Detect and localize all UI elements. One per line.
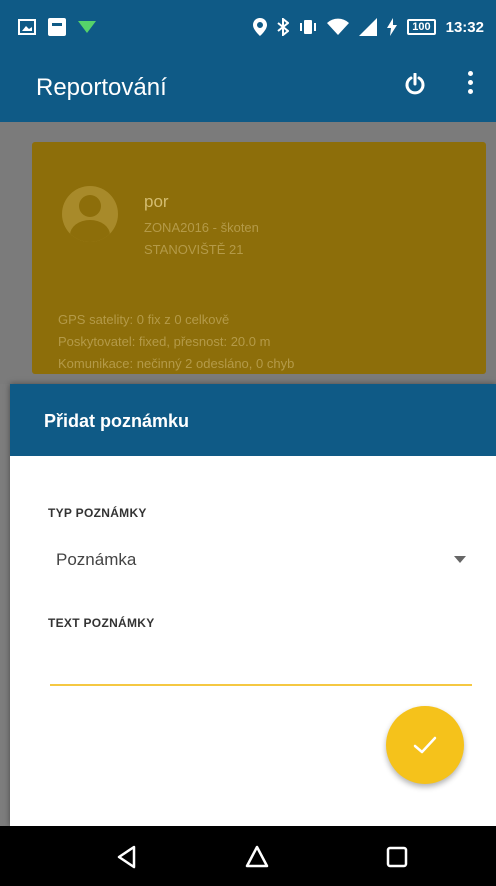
signal-icon (359, 18, 378, 36)
card-name: por (144, 192, 169, 211)
power-icon[interactable] (404, 73, 426, 95)
download-notification-icon (78, 21, 96, 33)
image-notification-icon (18, 19, 36, 35)
dialog-header: Přidat poznámku (10, 384, 496, 456)
dialog-title: Přidat poznámku (44, 411, 190, 431)
confirm-button[interactable] (386, 706, 464, 784)
charging-icon (387, 18, 398, 36)
vibrate-icon (300, 20, 317, 34)
status-bar: 100 13:32 (0, 0, 496, 56)
clock: 13:32 (445, 18, 484, 36)
note-type-value[interactable]: Poznámka (56, 550, 136, 570)
battery-indicator: 100 (407, 19, 436, 35)
note-text-input[interactable] (50, 646, 472, 686)
note-type-label: TYP POZNÁMKY (48, 506, 147, 520)
status-left (18, 18, 96, 36)
dropdown-arrow-icon[interactable] (454, 556, 466, 563)
back-icon[interactable] (114, 844, 140, 870)
note-text-label: TEXT POZNÁMKY (48, 616, 155, 630)
check-icon (413, 736, 437, 754)
location-icon (253, 18, 268, 36)
more-vert-icon[interactable] (466, 71, 474, 101)
app-title: Reportování (36, 74, 167, 101)
status-right: 100 13:32 (253, 18, 484, 36)
card-communication: Komunikace: nečinný 2 odesláno, 0 chyb (58, 356, 295, 371)
screen: 100 13:32 Reportování por ZONA2016 - ško… (0, 0, 496, 886)
card-station: STANOVIŠTĚ 21 (144, 242, 244, 257)
status-card: por ZONA2016 - škoten STANOVIŠTĚ 21 GPS … (32, 142, 486, 374)
store-notification-icon (48, 18, 66, 36)
app-bar: Reportování (0, 56, 496, 122)
card-zone: ZONA2016 - škoten (144, 220, 259, 235)
wifi-icon (327, 18, 350, 35)
dimmed-background[interactable]: por ZONA2016 - škoten STANOVIŠTĚ 21 GPS … (0, 122, 496, 384)
navigation-bar (0, 826, 496, 886)
recents-icon[interactable] (384, 844, 410, 870)
card-provider: Poskytovatel: fixed, přesnost: 20.0 m (58, 334, 271, 349)
home-icon[interactable] (244, 844, 270, 870)
card-gps: GPS satelity: 0 fix z 0 celkově (58, 312, 230, 327)
add-note-dialog: Přidat poznámku TYP POZNÁMKY Poznámka TE… (10, 384, 496, 826)
avatar-icon (62, 186, 118, 242)
bluetooth-icon (277, 18, 290, 36)
